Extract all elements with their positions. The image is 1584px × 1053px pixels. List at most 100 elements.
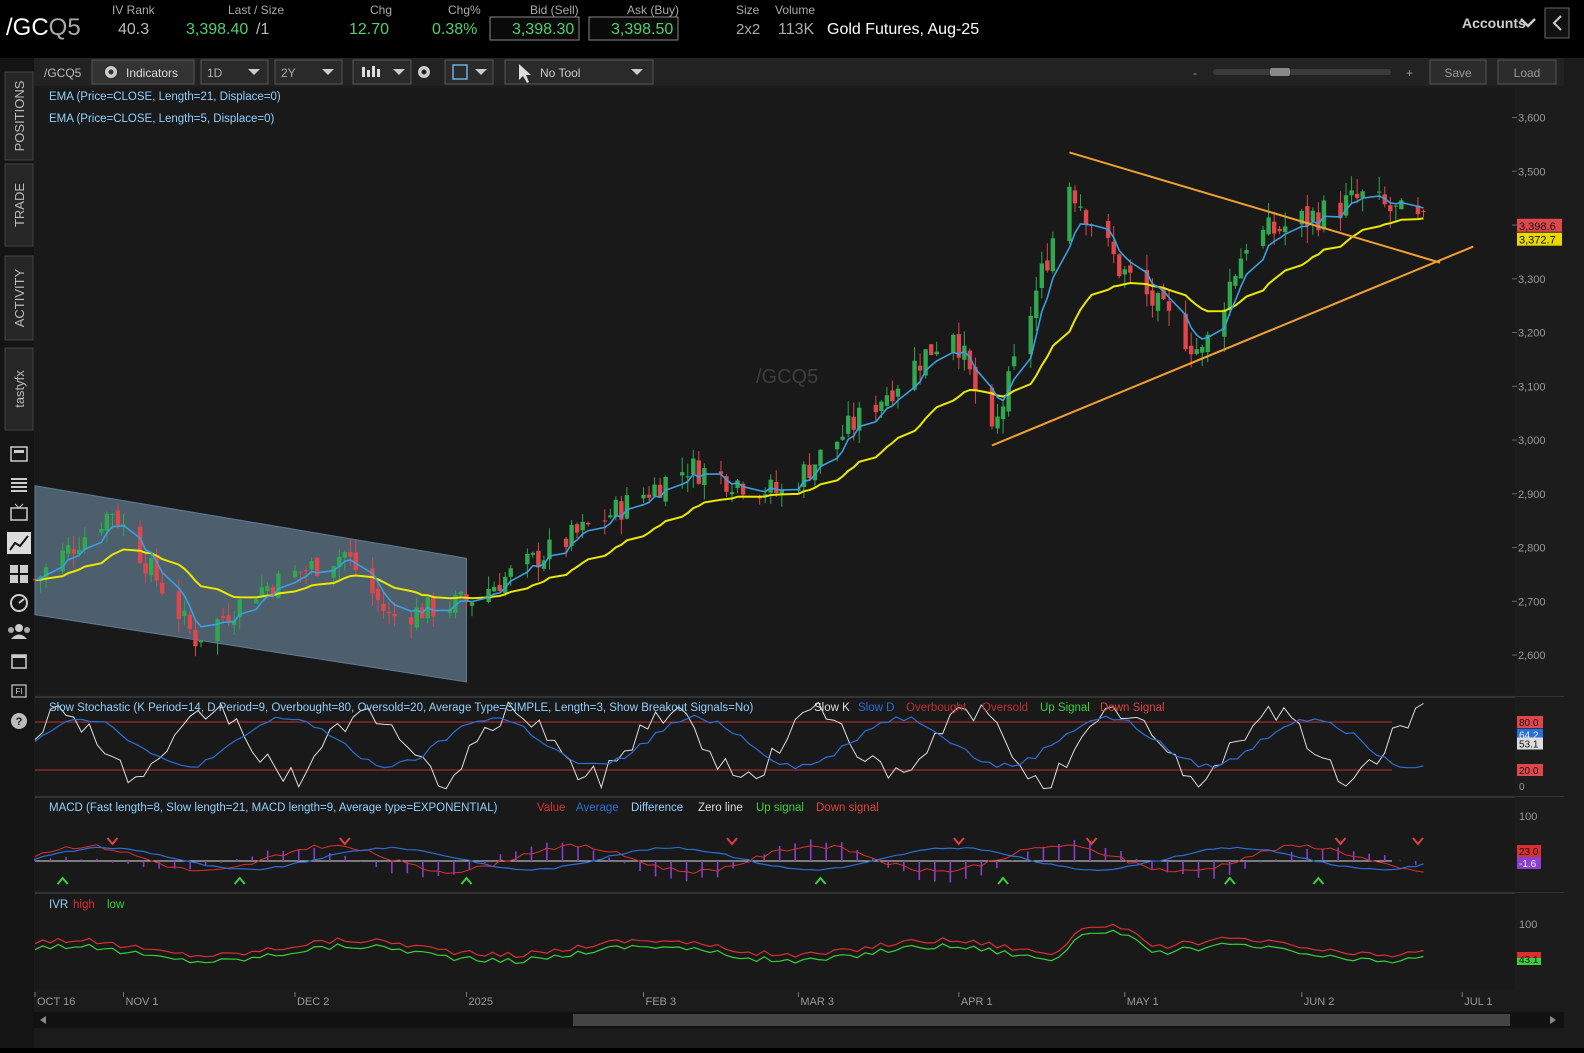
candle-body (1194, 349, 1199, 354)
help-icon[interactable]: ? (11, 713, 27, 729)
candle-body (696, 460, 702, 484)
candle-body (530, 552, 536, 555)
macd-legend-item: Value (537, 802, 566, 814)
macd-panel[interactable]: MACD (Fast length=8, Slow length=21, MAC… (34, 796, 1564, 890)
chart-icon[interactable] (7, 532, 31, 554)
candle-body (508, 568, 513, 577)
collapse-button[interactable] (1544, 7, 1570, 39)
candle-body (1166, 301, 1172, 311)
candle-body (104, 513, 110, 531)
candle-body (1072, 190, 1078, 204)
candle-body (386, 611, 392, 614)
drawing-style-select[interactable] (444, 59, 494, 85)
ivr-title: IVR (49, 899, 68, 911)
study-label: EMA (Price=CLOSE, Length=21, Displace=0) (49, 91, 281, 103)
candle-body (254, 599, 259, 604)
candle-body (1377, 191, 1382, 193)
candle-body (1117, 254, 1122, 277)
candle-body (491, 587, 497, 592)
last-label: Last / Size (228, 3, 284, 17)
candle-body (1067, 186, 1072, 242)
volume-label: Volume (775, 3, 815, 17)
candle-body (691, 458, 696, 475)
study-label: EMA (Price=CLOSE, Length=5, Displace=0) (49, 113, 274, 125)
candle-body (160, 582, 165, 594)
zoom-out-button[interactable]: - (1193, 66, 1197, 80)
candle-body (951, 334, 956, 352)
zoom-in-button[interactable]: + (1406, 66, 1413, 80)
candle-body (928, 344, 934, 355)
time-tick-label: 2025 (468, 996, 492, 1008)
ivr-panel[interactable]: IVR high low 100 43.1 (34, 892, 1564, 990)
candle-body (1277, 228, 1282, 232)
last-price-badge-text: 3,398.6 (1519, 221, 1556, 233)
settings-icon[interactable] (418, 66, 430, 78)
candle-body (834, 441, 840, 450)
candle-body (259, 587, 265, 597)
candle-body (182, 610, 187, 616)
symbol-title[interactable]: /GCQ5 (6, 14, 81, 41)
ivr-badge-text: 43.1 (1519, 955, 1539, 966)
ivr-legend-low: low (107, 899, 125, 911)
ivr-legend-high: high (73, 899, 95, 911)
load-label: Load (1514, 66, 1541, 80)
candle-body (652, 484, 657, 497)
candle-body (1122, 269, 1127, 275)
candle-body (408, 617, 414, 625)
candle-body (392, 613, 397, 617)
scrollbar-thumb[interactable] (573, 1014, 1510, 1026)
time-tick-label: MAY 1 (1127, 996, 1159, 1008)
candle-body (1039, 263, 1044, 289)
candle-body (729, 492, 735, 495)
candle-body (818, 449, 823, 467)
accounts-menu[interactable]: Accounts (1462, 15, 1526, 31)
ivr-plot[interactable] (35, 893, 1515, 990)
candle-body (563, 538, 569, 547)
time-tick-label: JUN 2 (1304, 996, 1335, 1008)
chart-style-select[interactable] (352, 59, 412, 85)
candle-body (895, 388, 901, 397)
candle-body (486, 589, 491, 602)
candle-body (768, 479, 773, 493)
sidebar-tab-label: POSITIONS (12, 80, 27, 151)
candle-body (1388, 205, 1393, 212)
price-tick-label: 2,600 (1518, 650, 1546, 662)
chgpct-value: 0.38% (432, 21, 477, 38)
toolbar-symbol[interactable]: /GCQ5 (44, 66, 82, 80)
volume-value: 113K (778, 21, 815, 38)
zoom-slider[interactable] (1213, 69, 1391, 75)
candle-body (585, 522, 591, 525)
tool-value: No Tool (540, 66, 580, 80)
candle-body (851, 416, 856, 430)
candle-body (215, 619, 220, 641)
stochastic-panel[interactable]: Slow Stochastic (K Period=14, D Period=9… (34, 696, 1564, 795)
candle-body (917, 365, 923, 371)
sidebar-tab-label: tastyfx (12, 370, 27, 408)
candle-body (1349, 190, 1354, 196)
candle-body (774, 481, 779, 494)
candle-body (1238, 258, 1244, 279)
chart-watermark: /GCQ5 (756, 366, 818, 388)
candle-body (348, 552, 353, 557)
size-label: Size (736, 3, 760, 17)
candle-body (1128, 265, 1133, 273)
candle-body (641, 494, 646, 499)
ivr-axis (1515, 893, 1564, 990)
help-glyph: ? (16, 716, 23, 728)
candle-body (220, 615, 226, 619)
time-tick-label: OCT 16 (37, 996, 75, 1008)
candle-body (469, 602, 475, 606)
candle-body (879, 401, 884, 411)
candle-body (995, 416, 1000, 429)
macd-diff-badge-text: -1.6 (1519, 859, 1537, 870)
price-panel[interactable]: 2,600 2,700 2,800 2,900 3,000 3,100 3,200 3,300… (32, 88, 1564, 694)
zoom-slider-handle[interactable] (1270, 68, 1290, 76)
candle-body (890, 390, 895, 402)
candle-body (303, 570, 309, 572)
app-window: /GCQ5 IV Rank 40.3 Last / Size 3,398.40 … (0, 0, 1584, 1048)
bid-value: 3,398.30 (512, 21, 574, 38)
stochastic-legend-item: Oversold (982, 702, 1028, 714)
candle-body (1271, 221, 1277, 234)
candle-body (342, 552, 347, 558)
chg-label: Chg (370, 3, 392, 17)
